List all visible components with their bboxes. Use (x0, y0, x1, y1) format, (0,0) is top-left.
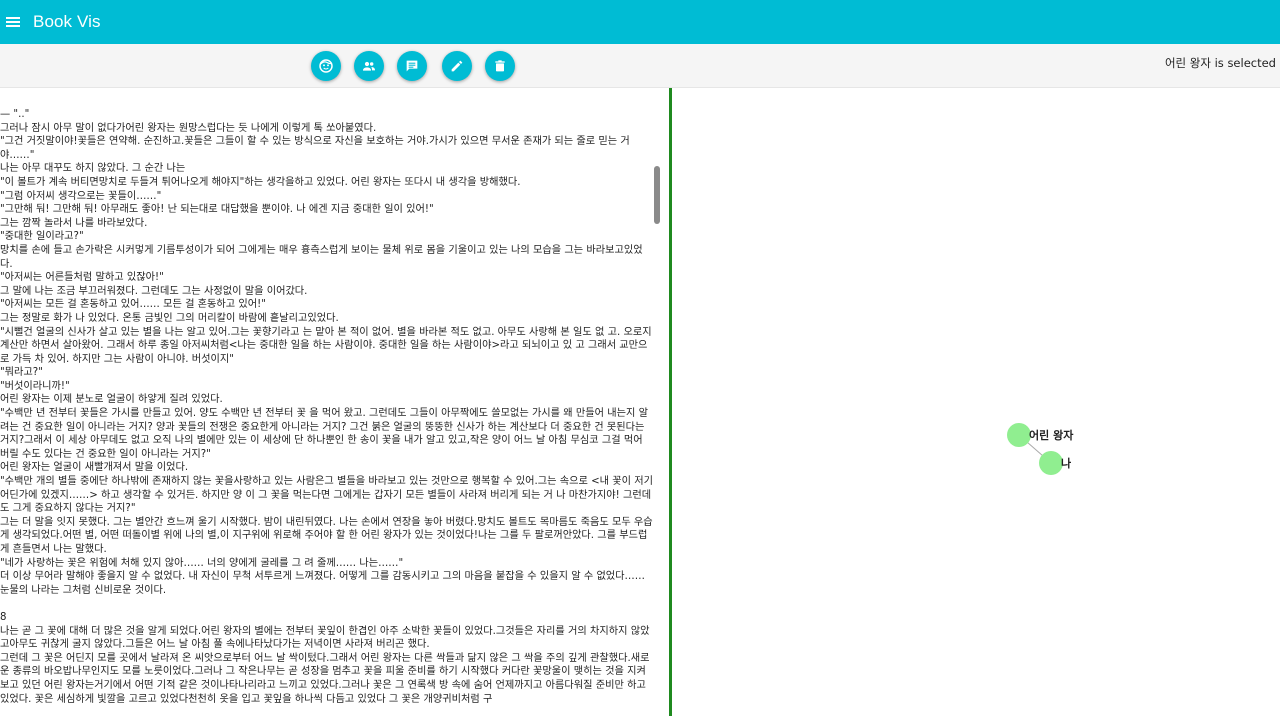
text-paragraph: "중대한 일이라고?" (0, 231, 84, 243)
menu-icon[interactable] (3, 12, 23, 32)
app-title: Book Vis (33, 12, 101, 31)
graph-node[interactable] (1039, 451, 1063, 475)
selection-status: 어린 왕자 is selected (1164, 56, 1276, 70)
text-paragraph: "뭐라고?" (0, 367, 43, 379)
text-paragraph: 나는 아무 대꾸도 하지 않았다. 그 순간 나는 (0, 163, 186, 175)
text-paragraph: "아저씨는 모든 걸 혼동하고 있어…… 모든 걸 혼동하고 있어!" (0, 299, 266, 311)
text-paragraph: 8 (0, 611, 7, 623)
text-paragraph: 망치를 손에 들고 손가락은 시커멓게 기름투성이가 되어 그에게는 매우 흉측… (0, 244, 643, 270)
text-paragraph: "이 볼트가 계속 버티면망치로 두들겨 튀어나오게 해야지"하는 생각을하고 … (0, 176, 521, 188)
character-graph-panel[interactable]: 어린 왕자나 (672, 88, 1280, 720)
text-paragraph: 그러나 잠시 아무 말이 없다가어린 왕자는 원망스럽다는 듯 나에게 이렇게 … (0, 122, 377, 134)
edit-button[interactable] (442, 51, 472, 81)
text-paragraph: "수백만 년 전부터 꽃들은 가시를 만들고 있어. 양도 수백만 년 전부터 … (0, 408, 648, 460)
delete-button[interactable] (485, 51, 515, 81)
app-bar: Book Vis (0, 0, 1280, 44)
text-paragraph: "버섯이라니까!" (0, 380, 70, 392)
text-paragraph: "네가 사랑하는 꽃은 위험에 처해 있지 않아…… 너의 양에게 굴레를 그 … (0, 557, 404, 569)
text-paragraph (0, 597, 655, 611)
text-paragraph: "그럼 아저씨 생각으로는 꽃들이……" (0, 190, 162, 202)
face-icon (319, 59, 333, 73)
text-paragraph: "그만해 둬! 그만해 둬! 아무래도 좋아! 난 되는대로 대답했을 뿐이야.… (0, 204, 434, 216)
people-icon (363, 61, 375, 71)
face-button[interactable] (311, 51, 341, 81)
text-paragraph: 어린 왕자는 이제 분노로 얼굴이 하얗게 질려 있었다. (0, 394, 223, 406)
text-paragraph: 그는 깜짝 놀라서 나를 바라보았다. (0, 217, 148, 229)
text-paragraph: 나는 곧 그 꽃에 대해 더 많은 것을 알게 되었다.어린 왕자의 별에는 전… (0, 625, 650, 651)
text-paragraph: 어린 왕자는 얼굴이 새빨개져서 말을 이었다. (0, 462, 189, 474)
text-paragraph: 그는 정말로 화가 나 있었다. 온통 금빛인 그의 머리칼이 바람에 흩날리고… (0, 312, 339, 324)
text-paragraph: 그 말에 나는 조금 부끄러워졌다. 그런데도 그는 사정없이 말을 이어갔다. (0, 285, 308, 297)
text-paragraph: "아저씨는 어른들처럼 말하고 있잖아!" (0, 272, 164, 284)
pencil-icon (451, 60, 463, 72)
text-paragraph: 그런데 그 꽃은 어딘지 모를 곳에서 날라져 온 씨앗으로부터 어느 날 싹이… (0, 652, 650, 705)
scrollbar-thumb[interactable] (654, 166, 660, 224)
text-paragraph: — ".." (0, 109, 30, 120)
toolbar: 어린 왕자 is selected (0, 44, 1280, 88)
graph-node-label: 나 (1061, 456, 1071, 470)
graph-node-label: 어린 왕자 (1029, 428, 1074, 442)
text-paragraph: 더 이상 무어라 말해야 좋을지 알 수 없었다. 내 자신이 무척 서투르게 … (0, 571, 649, 596)
text-paragraph: "수백만 개의 별들 중에단 하나밖에 존재하지 않는 꽃을사랑하고 있는 사람… (0, 476, 657, 515)
book-text-panel[interactable]: — ".." 그러나 잠시 아무 말이 없다가어린 왕자는 원망스럽다는 듯 나에… (0, 88, 668, 720)
character-graph[interactable]: 어린 왕자나 (672, 88, 1280, 720)
graph-node[interactable] (1007, 423, 1031, 447)
text-paragraph: "그건 거짓말이야!꽃들은 연약해. 순진하고.꽃들은 그들이 할 수 있는 방… (0, 136, 630, 161)
people-button[interactable] (354, 51, 384, 81)
comment-button[interactable] (397, 51, 427, 81)
trash-icon (495, 60, 505, 72)
text-paragraph: "시뻘건 얼굴의 신사가 살고 있는 별을 나는 알고 있어.그는 꽃향기라고 … (0, 326, 655, 365)
comment-icon (406, 60, 418, 72)
book-text: — ".." 그러나 잠시 아무 말이 없다가어린 왕자는 원망스럽다는 듯 나에… (0, 108, 655, 706)
text-paragraph: 그는 더 말을 잇지 못했다. 그는 별안간 흐느껴 울기 시작했다. 밤이 내… (0, 516, 653, 555)
